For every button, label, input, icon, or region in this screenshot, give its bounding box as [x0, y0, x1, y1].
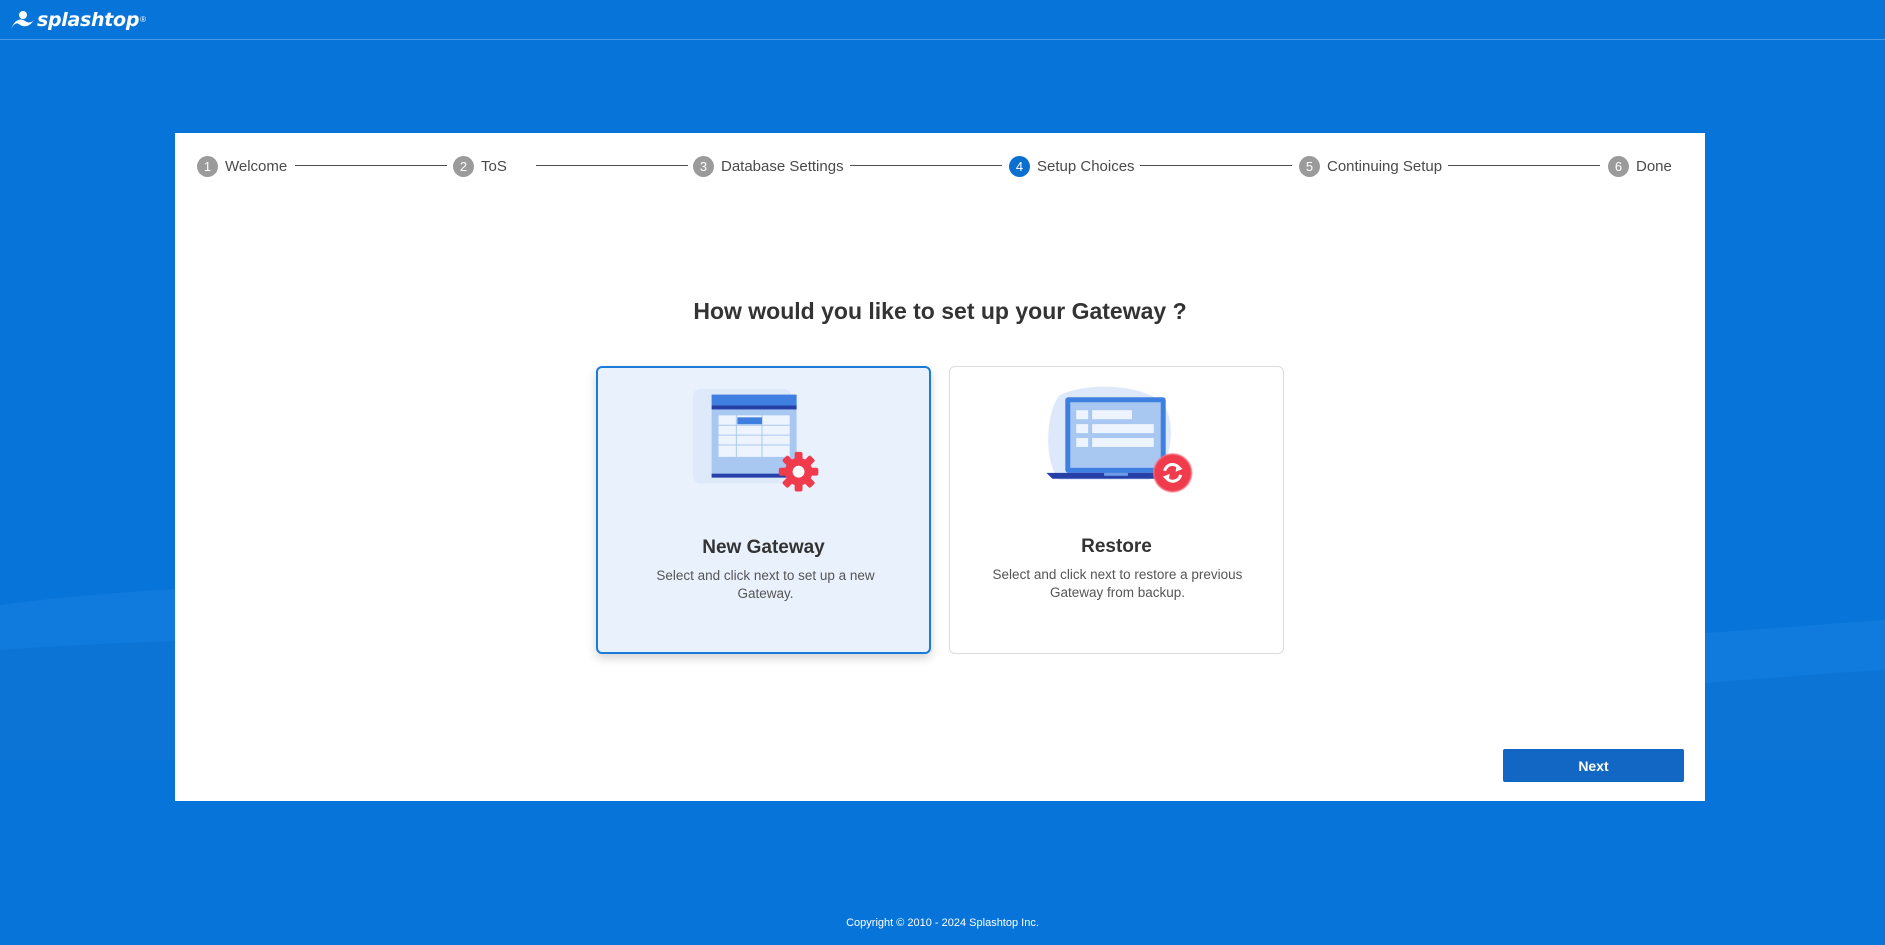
option-restore[interactable]: Restore Select and click next to restore…	[949, 366, 1284, 654]
step-connector	[850, 165, 1002, 166]
step-number: 5	[1299, 155, 1320, 177]
step-number: 2	[453, 155, 474, 177]
step-connector	[536, 165, 688, 166]
logo-trademark: ®	[140, 15, 147, 24]
step-number: 1	[197, 155, 218, 177]
copyright-footer: Copyright © 2010 - 2024 Splashtop Inc.	[846, 917, 1039, 929]
setup-question: How would you like to set up your Gatewa…	[693, 298, 1187, 324]
top-bar: splashtop ®	[0, 0, 1885, 40]
step-label: Done	[1636, 157, 1672, 175]
logo-text: splashtop	[37, 8, 140, 31]
setup-stepper: 1 Welcome 2 ToS 3 Database Settings 4 Se…	[175, 133, 1705, 197]
next-button[interactable]: Next	[1503, 749, 1684, 782]
step-label: Database Settings	[721, 157, 844, 175]
step-tos: 2 ToS	[453, 155, 507, 177]
step-connector	[1140, 165, 1292, 166]
option-title: New Gateway	[702, 537, 825, 558]
step-label: Welcome	[225, 157, 288, 175]
step-continuing-setup: 5 Continuing Setup	[1299, 155, 1442, 177]
laptop-restore-icon	[1046, 386, 1193, 493]
option-description: Select and click next to set up a new Ga…	[656, 568, 875, 601]
splashtop-logo: splashtop ®	[9, 9, 146, 31]
splashtop-logo-icon	[11, 10, 34, 29]
option-title: Restore	[1081, 536, 1152, 557]
step-database-settings: 3 Database Settings	[693, 155, 844, 177]
step-done: 6 Done	[1608, 155, 1672, 177]
step-number: 4	[1009, 155, 1030, 177]
setup-panel: 1 Welcome 2 ToS 3 Database Settings 4 Se…	[175, 133, 1705, 801]
step-label: Setup Choices	[1037, 157, 1135, 175]
option-new-gateway[interactable]: New Gateway Select and click next to set…	[596, 366, 931, 654]
step-welcome: 1 Welcome	[197, 155, 287, 177]
step-setup-choices: 4 Setup Choices	[1009, 155, 1135, 177]
step-connector	[1448, 165, 1600, 166]
step-label: Continuing Setup	[1327, 157, 1443, 175]
step-number: 6	[1608, 155, 1629, 177]
step-number: 3	[693, 155, 714, 177]
step-label: ToS	[481, 157, 507, 175]
step-connector	[295, 165, 447, 166]
option-description: Select and click next to restore a previ…	[992, 567, 1243, 600]
spreadsheet-gear-icon	[692, 388, 819, 492]
